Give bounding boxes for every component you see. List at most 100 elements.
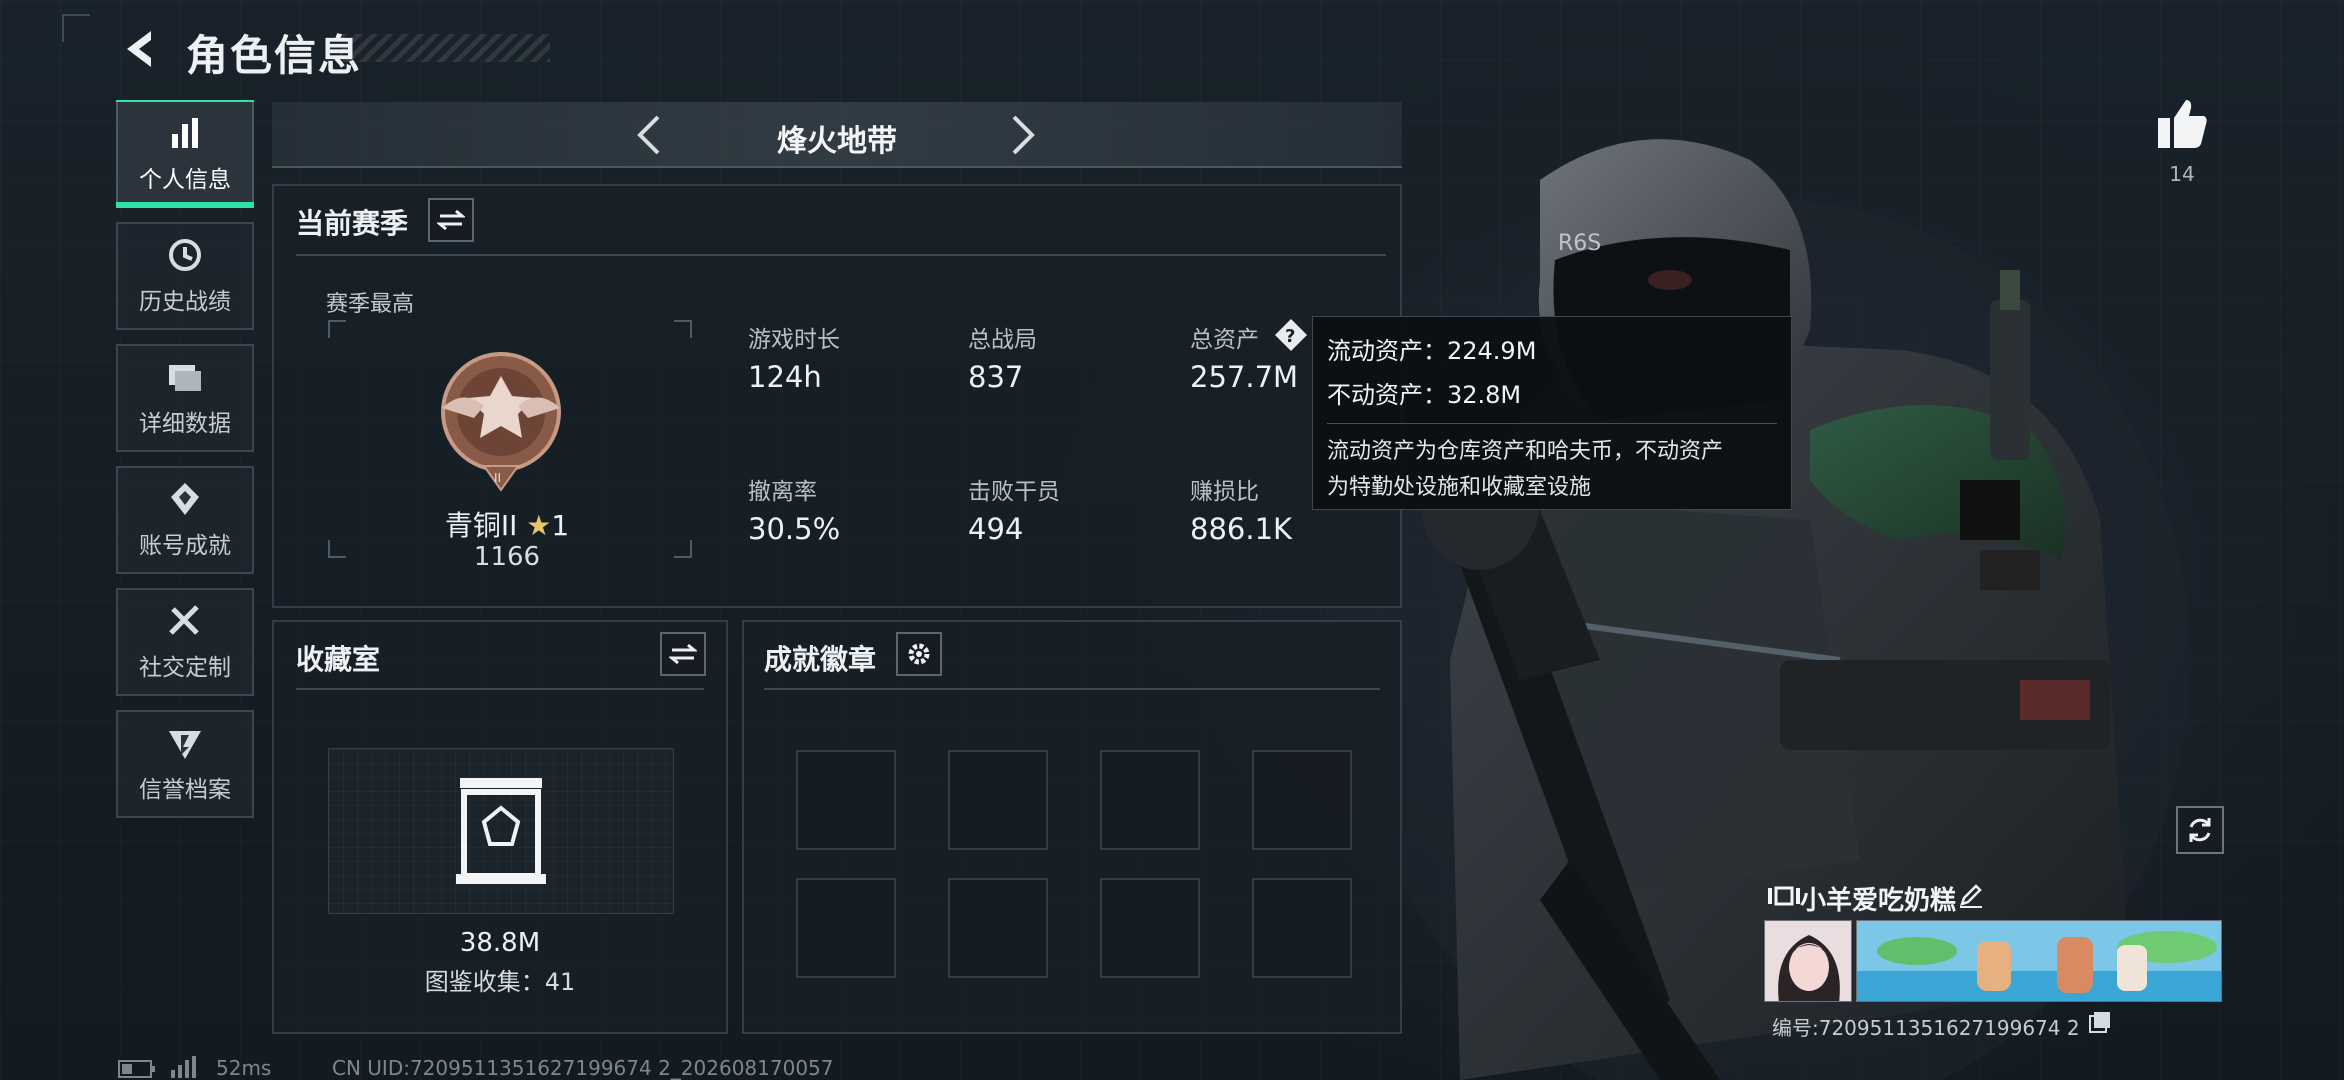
vault-icon	[456, 778, 546, 884]
achievement-slot[interactable]	[796, 750, 896, 850]
tooltip-description-2: 为特勤处设施和收藏室设施	[1327, 475, 1592, 500]
chevron-right-icon	[1012, 115, 1035, 155]
frame-corner	[328, 320, 346, 338]
sidebar-item-details[interactable]: 详细数据	[116, 344, 254, 452]
folder-icon	[166, 358, 204, 396]
tooltip-liquid-assets: 流动资产：224.9M	[1327, 337, 1537, 365]
achievements-title: 成就徽章	[764, 643, 877, 676]
sidebar-item-label: 详细数据	[139, 411, 231, 437]
rank-stars: 1	[551, 509, 570, 542]
bar-chart-icon	[166, 114, 204, 152]
thumbs-up-icon	[2158, 100, 2207, 148]
rank-name: 青铜II	[444, 509, 518, 542]
back-arrow-icon	[127, 31, 151, 67]
sidebar-item-social[interactable]: 社交定制	[116, 588, 254, 696]
gear-icon	[908, 643, 930, 665]
stat-label-total-assets: 总资产	[1190, 327, 1259, 353]
player-name: 小羊爱吃奶糕	[1800, 886, 1957, 916]
season-title: 当前赛季	[296, 207, 409, 240]
sidebar-item-credit[interactable]: 信誉档案	[116, 710, 254, 818]
divider	[296, 254, 1386, 256]
player-level-icon	[1768, 886, 1800, 906]
stat-value-extract-rate: 30.5%	[748, 512, 841, 546]
sidebar-item-achievements[interactable]: 账号成就	[116, 466, 254, 574]
stat-value-playtime: 124h	[748, 360, 822, 394]
achievements-settings-button[interactable]	[896, 632, 942, 676]
season-best-label: 赛季最高	[326, 292, 415, 317]
profile-banner[interactable]	[1856, 920, 2222, 1002]
stat-value-kills: 494	[968, 512, 1024, 546]
like-count: 14	[2169, 162, 2195, 186]
swap-icon	[669, 643, 697, 665]
frame-corner	[328, 540, 346, 558]
like-button[interactable]	[2154, 96, 2210, 152]
ping-text: 52ms	[216, 1056, 272, 1080]
season-panel: 当前赛季 赛季最高 II 青铜II ★1 1166 游戏时长 124h 总战局 …	[272, 184, 1402, 608]
collection-count: 图鉴收集：41	[424, 968, 576, 996]
copy-icon[interactable]	[2088, 1010, 2114, 1036]
title-decoration	[340, 34, 550, 62]
sidebar-item-label: 信誉档案	[139, 777, 231, 803]
uid-text: CN UID:7209511351627199674 2_20260817005…	[332, 1056, 834, 1080]
tooltip-description-1: 流动资产为仓库资产和哈夫币，不动资产	[1327, 439, 1724, 464]
tooltip-fixed-assets: 不动资产：32.8M	[1327, 381, 1522, 409]
page-title: 角色信息	[186, 31, 363, 80]
divider	[764, 688, 1380, 690]
season-switch-button[interactable]	[428, 198, 474, 242]
refresh-button[interactable]	[2176, 806, 2224, 854]
stat-label-kills: 击败干员	[968, 479, 1060, 505]
star-icon: ★	[526, 509, 552, 542]
achievement-slot[interactable]	[1100, 878, 1200, 978]
achievement-icon	[166, 480, 204, 518]
svg-text:?: ?	[1285, 326, 1295, 347]
swap-icon	[437, 209, 465, 231]
achievements-panel: 成就徽章	[742, 620, 1402, 1034]
avatar[interactable]	[1764, 920, 1852, 1002]
mode-switcher: 烽火地带	[272, 102, 1402, 168]
edit-name-button[interactable]	[1956, 880, 1988, 912]
rank-info: 青铜II ★1	[382, 504, 632, 544]
corner-decoration	[62, 14, 90, 42]
credit-icon	[166, 724, 204, 762]
next-mode-button[interactable]	[998, 110, 1048, 160]
tools-icon	[166, 602, 204, 640]
stat-label-matches: 总战局	[968, 327, 1037, 353]
svg-text:R6S: R6S	[1558, 231, 1601, 256]
battery-icon	[118, 1060, 155, 1078]
player-id: 编号:7209511351627199674 2	[1772, 1016, 2080, 1040]
tooltip-divider	[1327, 423, 1777, 424]
back-button[interactable]	[112, 22, 166, 76]
stat-value-total-assets: 257.7M	[1190, 360, 1299, 394]
collection-value: 38.8M	[459, 928, 541, 958]
achievement-slot[interactable]	[948, 750, 1048, 850]
refresh-icon	[2189, 818, 2211, 842]
stat-label-profit-ratio: 赚损比	[1190, 479, 1259, 505]
collection-panel: 收藏室 38.8M 图鉴收集：41	[272, 620, 728, 1034]
assets-tooltip: 流动资产：224.9M 不动资产：32.8M 流动资产为仓库资产和哈夫币，不动资…	[1312, 316, 1792, 510]
mode-title: 烽火地带	[777, 124, 897, 159]
rank-points: 1166	[473, 542, 541, 572]
collection-title: 收藏室	[296, 643, 381, 676]
help-icon[interactable]: ?	[1274, 318, 1308, 352]
svg-text:II: II	[494, 471, 501, 485]
signal-icon	[171, 1056, 196, 1078]
sidebar-item-label: 历史战绩	[139, 289, 231, 315]
achievement-slot[interactable]	[1100, 750, 1200, 850]
sidebar-item-label: 社交定制	[139, 655, 231, 681]
stat-label-extract-rate: 撤离率	[748, 479, 817, 505]
stat-value-profit-ratio: 886.1K	[1190, 512, 1293, 546]
history-icon	[166, 236, 204, 274]
divider	[296, 688, 704, 690]
achievement-slot[interactable]	[948, 878, 1048, 978]
achievement-slot[interactable]	[1252, 878, 1352, 978]
stat-label-playtime: 游戏时长	[748, 327, 840, 353]
sidebar-item-label: 账号成就	[139, 533, 231, 559]
achievement-slot[interactable]	[796, 878, 896, 978]
achievement-slot[interactable]	[1252, 750, 1352, 850]
sidebar-item-profile[interactable]: 个人信息	[116, 100, 254, 208]
frame-corner	[674, 540, 692, 558]
frame-corner	[674, 320, 692, 338]
collection-switch-button[interactable]	[660, 632, 706, 676]
rank-badge-icon: II	[441, 352, 561, 492]
sidebar-item-history[interactable]: 历史战绩	[116, 222, 254, 330]
